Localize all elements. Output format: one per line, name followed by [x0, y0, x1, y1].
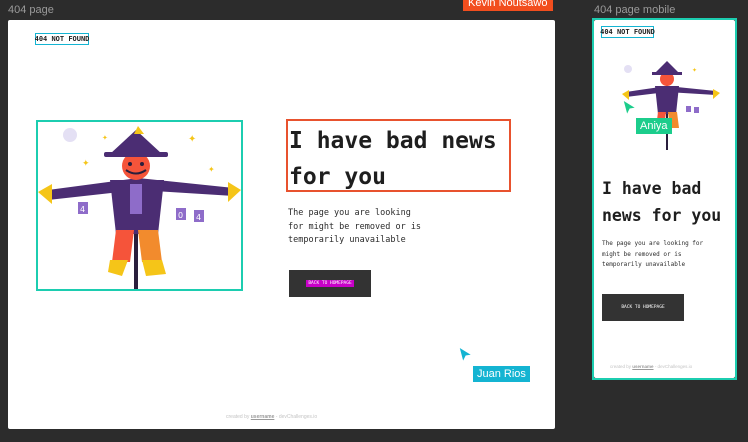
page-description: The page you are looking for might be re… — [288, 208, 422, 245]
mobile-back-to-homepage-button[interactable]: BACK TO HOMEPAGE — [602, 294, 684, 321]
svg-text:✦: ✦ — [208, 165, 215, 174]
page-footer: created by username - devChallenges.io — [226, 414, 318, 420]
headline-line: for you — [289, 164, 386, 190]
button-label: BACK TO HOMEPAGE — [306, 280, 354, 287]
svg-text:✦: ✦ — [692, 67, 697, 74]
mobile-page-headline: I have bad news for you — [602, 175, 721, 229]
sign-digit: 4 — [80, 205, 85, 214]
mobile-frame[interactable]: 404 NOT FOUND ✦ I have bad news for you … — [594, 20, 735, 378]
svg-text:✦: ✦ — [102, 134, 108, 142]
mobile-frame-label[interactable]: 404 page mobile — [594, 4, 675, 16]
scarecrow-icon: ✦ ✦ ✦ ✦ 4 0 4 — [38, 126, 241, 289]
scarecrow-illustration[interactable]: ✦ ✦ ✦ ✦ 4 0 4 — [36, 120, 243, 291]
collaborator-cursor-juan: Juan Rios — [473, 366, 530, 382]
logo[interactable]: 404 NOT FOUND — [35, 33, 89, 45]
headline-line: I have bad news — [289, 128, 497, 154]
mobile-button-label: BACK TO HOMEPAGE — [621, 305, 665, 310]
back-to-homepage-button[interactable]: BACK TO HOMEPAGE — [289, 270, 371, 297]
cursor-arrow-icon — [622, 99, 638, 117]
collaborator-cursor-aniya: Aniya — [636, 118, 672, 134]
svg-text:✦: ✦ — [188, 134, 196, 145]
cursor-arrow-icon — [458, 346, 474, 364]
sign-digit: 0 — [178, 211, 183, 220]
headline-line: news for you — [602, 206, 722, 225]
mobile-page-description: The page you are looking for might be re… — [602, 240, 704, 268]
headline-line: I have bad — [602, 179, 702, 198]
sign-digit: 4 — [196, 213, 201, 222]
desktop-frame-label[interactable]: 404 page — [8, 4, 54, 16]
mobile-page-footer: created by username - devChallenges.io — [610, 364, 693, 369]
mobile-logo[interactable]: 404 NOT FOUND — [600, 26, 655, 38]
mobile-footer-username-link[interactable]: username — [632, 364, 653, 369]
footer-username-link[interactable]: username — [251, 414, 275, 420]
user-tag-kevin: Kevin Noutsawo — [463, 0, 553, 11]
page-headline: I have bad news for you — [289, 123, 497, 195]
svg-text:✦: ✦ — [82, 159, 90, 169]
